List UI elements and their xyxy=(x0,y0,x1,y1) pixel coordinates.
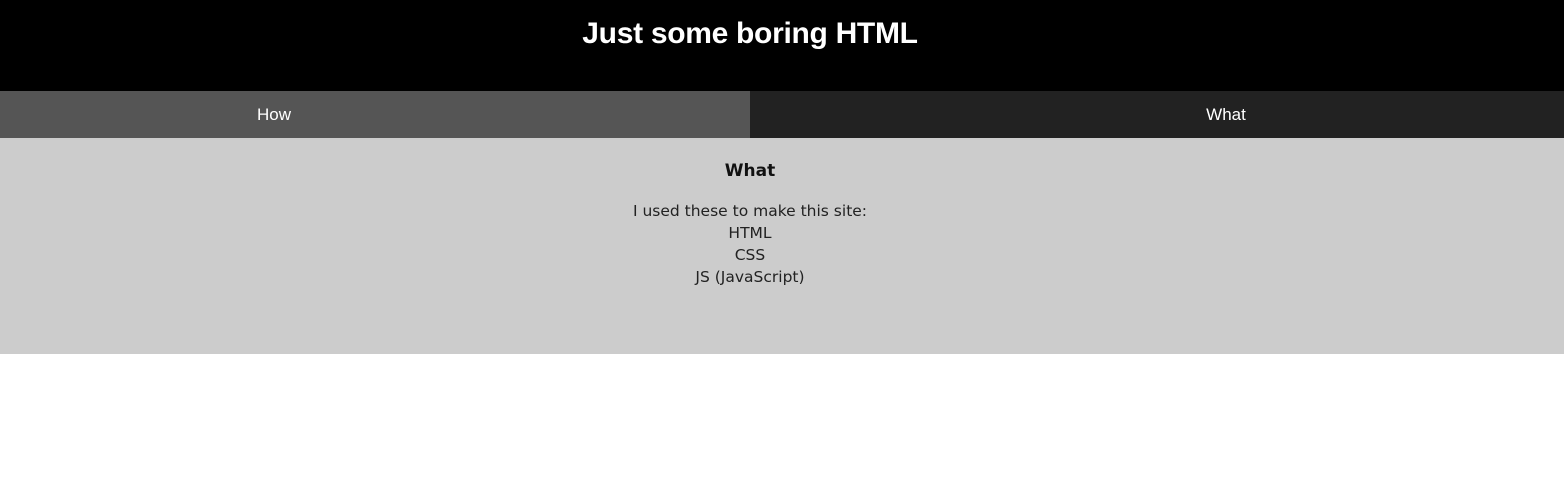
content-line-js: JS (JavaScript) xyxy=(695,268,805,286)
tab-how-label: How xyxy=(256,104,291,124)
content-line-intro: I used these to make this site: xyxy=(632,202,868,220)
content-panel: What I used these to make this site: HTM… xyxy=(0,138,1564,354)
site-title: Just some boring HTML xyxy=(582,17,918,50)
content-inner: What I used these to make this site: HTM… xyxy=(0,160,1500,288)
content-text: I used these to make this site: HTML CSS… xyxy=(0,200,1500,288)
content-line-html: HTML xyxy=(728,224,772,242)
tab-what-label: What xyxy=(1206,104,1246,124)
content-line-css: CSS xyxy=(734,246,766,264)
tab-how[interactable]: How xyxy=(0,91,750,138)
tab-what[interactable]: What xyxy=(750,91,1564,138)
tab-bar: How What xyxy=(0,91,1564,138)
content-title: What xyxy=(724,161,776,181)
site-header: Just some boring HTML xyxy=(0,0,1564,91)
page: Just some boring HTML How What What I us… xyxy=(0,0,1564,485)
